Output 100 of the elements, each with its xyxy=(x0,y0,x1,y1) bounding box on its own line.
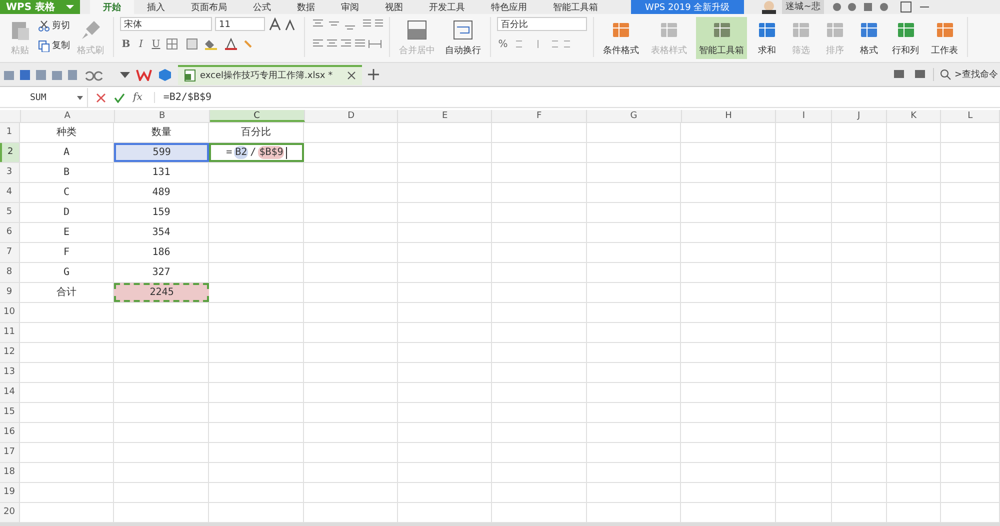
row-header[interactable]: 5 xyxy=(0,203,20,222)
ribbon-button[interactable]: 自动换行 xyxy=(442,17,484,59)
dropdown-icon[interactable] xyxy=(120,72,130,78)
row-header[interactable]: 12 xyxy=(0,343,20,362)
column-header[interactable]: E xyxy=(398,110,492,122)
window-controls-icon[interactable] xyxy=(900,1,930,13)
ribbon-button[interactable]: 格式 xyxy=(855,17,883,59)
row-header[interactable]: 1 xyxy=(0,123,20,142)
font-style-button[interactable]: B xyxy=(120,38,132,50)
cube-icon[interactable] xyxy=(158,68,172,82)
column-header[interactable]: K xyxy=(886,110,942,122)
cell-reference: $B$9 xyxy=(258,146,284,159)
column-header[interactable]: D xyxy=(304,110,398,122)
ribbon-button[interactable]: 条件格式 xyxy=(600,17,642,59)
menu-tab[interactable]: 数据 xyxy=(284,0,328,14)
close-icon[interactable] xyxy=(346,71,356,80)
brush-icon xyxy=(80,19,102,41)
column-header[interactable]: G xyxy=(586,110,682,122)
row-header[interactable]: 16 xyxy=(0,423,20,442)
column-header[interactable]: F xyxy=(492,110,587,122)
row-header[interactable]: 18 xyxy=(0,463,20,482)
row-header[interactable]: 3 xyxy=(0,163,20,182)
menu-tab[interactable]: 特色应用 xyxy=(478,0,540,14)
upgrade-banner[interactable]: WPS 2019 全新升级 xyxy=(631,0,744,14)
search-field[interactable]: >查找命令 xyxy=(933,68,998,81)
row-header[interactable]: 19 xyxy=(0,483,20,502)
table-cell: 159 xyxy=(114,203,210,222)
column-header[interactable]: A xyxy=(20,110,116,122)
cancel-icon[interactable] xyxy=(96,92,106,102)
percent-button[interactable]: % xyxy=(497,38,509,50)
name-box[interactable]: SUM xyxy=(0,88,88,107)
number-format-select[interactable]: 百分比 xyxy=(497,17,587,31)
formula-operator: / xyxy=(250,146,256,159)
table-cell: 599 xyxy=(114,143,210,162)
column-header[interactable]: H xyxy=(682,110,776,122)
ribbon-button[interactable]: 工作表 xyxy=(928,17,961,59)
menu-tab[interactable]: 插入 xyxy=(134,0,178,14)
table-cell: E xyxy=(20,223,114,242)
row-header[interactable]: 8 xyxy=(0,263,20,282)
font-style-button[interactable]: I xyxy=(135,38,147,50)
row-header[interactable]: 4 xyxy=(0,183,20,202)
cell-reference: B2 xyxy=(234,146,248,159)
copy-icon xyxy=(38,40,50,52)
table-cell: D xyxy=(20,203,114,222)
column-header[interactable]: L xyxy=(941,110,1000,122)
row-header[interactable]: 20 xyxy=(0,503,20,522)
menu-tab[interactable]: 页面布局 xyxy=(178,0,240,14)
row-header[interactable]: 17 xyxy=(0,443,20,462)
menu-tab[interactable]: 公式 xyxy=(240,0,284,14)
column-header[interactable]: J xyxy=(832,110,887,122)
table-cell: 131 xyxy=(114,163,210,182)
align-icon[interactable] xyxy=(311,37,383,51)
document-tab[interactable]: excel操作技巧专用工作簿.xlsx * xyxy=(178,64,362,84)
row-header[interactable]: 6 xyxy=(0,223,20,242)
cut-button[interactable]: 剪切 xyxy=(38,19,70,32)
table-cell: B xyxy=(20,163,114,182)
font-size-select[interactable]: 11 xyxy=(215,17,265,31)
formula-field[interactable]: =B2/$B$9 xyxy=(163,92,212,103)
column-header[interactable]: C xyxy=(210,110,305,122)
clipboard-icon xyxy=(9,19,31,41)
row-header[interactable]: 13 xyxy=(0,363,20,382)
table-cell: 百分比 xyxy=(209,123,304,142)
menu-tab[interactable]: 开发工具 xyxy=(416,0,478,14)
row-header[interactable]: 10 xyxy=(0,303,20,322)
add-tab-icon[interactable] xyxy=(368,69,379,80)
user-name[interactable]: 迷城~悲 xyxy=(782,0,824,14)
font-select[interactable]: 宋体 xyxy=(120,17,212,31)
column-header[interactable]: I xyxy=(776,110,832,122)
table-cell: C xyxy=(20,183,114,202)
table-cell: 327 xyxy=(114,263,210,282)
row-header[interactable]: 7 xyxy=(0,243,20,262)
ribbon-button[interactable]: 智能工具箱 xyxy=(696,17,747,59)
search-icon xyxy=(940,69,952,80)
menu-tab[interactable]: 视图 xyxy=(372,0,416,14)
menu-tab[interactable]: 审阅 xyxy=(328,0,372,14)
row-header[interactable]: 9 xyxy=(0,283,20,302)
row-header[interactable]: 14 xyxy=(0,383,20,402)
confirm-icon[interactable] xyxy=(114,92,125,102)
table-cell: 种类 xyxy=(20,123,114,142)
table-cell: 354 xyxy=(114,223,210,242)
scissors-icon xyxy=(38,20,50,32)
row-header[interactable]: 2 xyxy=(0,143,20,162)
editing-cell[interactable]: = B2 / $B$9 xyxy=(209,143,304,162)
copy-button[interactable]: 复制 xyxy=(38,39,70,52)
cell-format-icon xyxy=(406,19,428,41)
logo-icon[interactable] xyxy=(136,68,152,80)
menu-tab[interactable]: 智能工具箱 xyxy=(540,0,612,14)
insert-function-button[interactable]: fx xyxy=(133,92,156,103)
table-cell: 数量 xyxy=(114,123,210,142)
font-style-button[interactable]: U xyxy=(150,38,162,50)
row-header[interactable]: 15 xyxy=(0,403,20,422)
ribbon-button[interactable]: 求和 xyxy=(753,17,781,59)
spreadsheet-icon xyxy=(184,69,196,82)
table-cell: 2245 xyxy=(114,283,210,302)
ribbon-button[interactable]: 行和列 xyxy=(889,17,922,59)
table-cell: F xyxy=(20,243,114,262)
row-header[interactable]: 11 xyxy=(0,323,20,342)
menu-tab[interactable]: 开始 xyxy=(90,0,134,14)
align-icon[interactable] xyxy=(311,17,383,31)
document-title: excel操作技巧专用工作簿.xlsx * xyxy=(200,70,333,82)
